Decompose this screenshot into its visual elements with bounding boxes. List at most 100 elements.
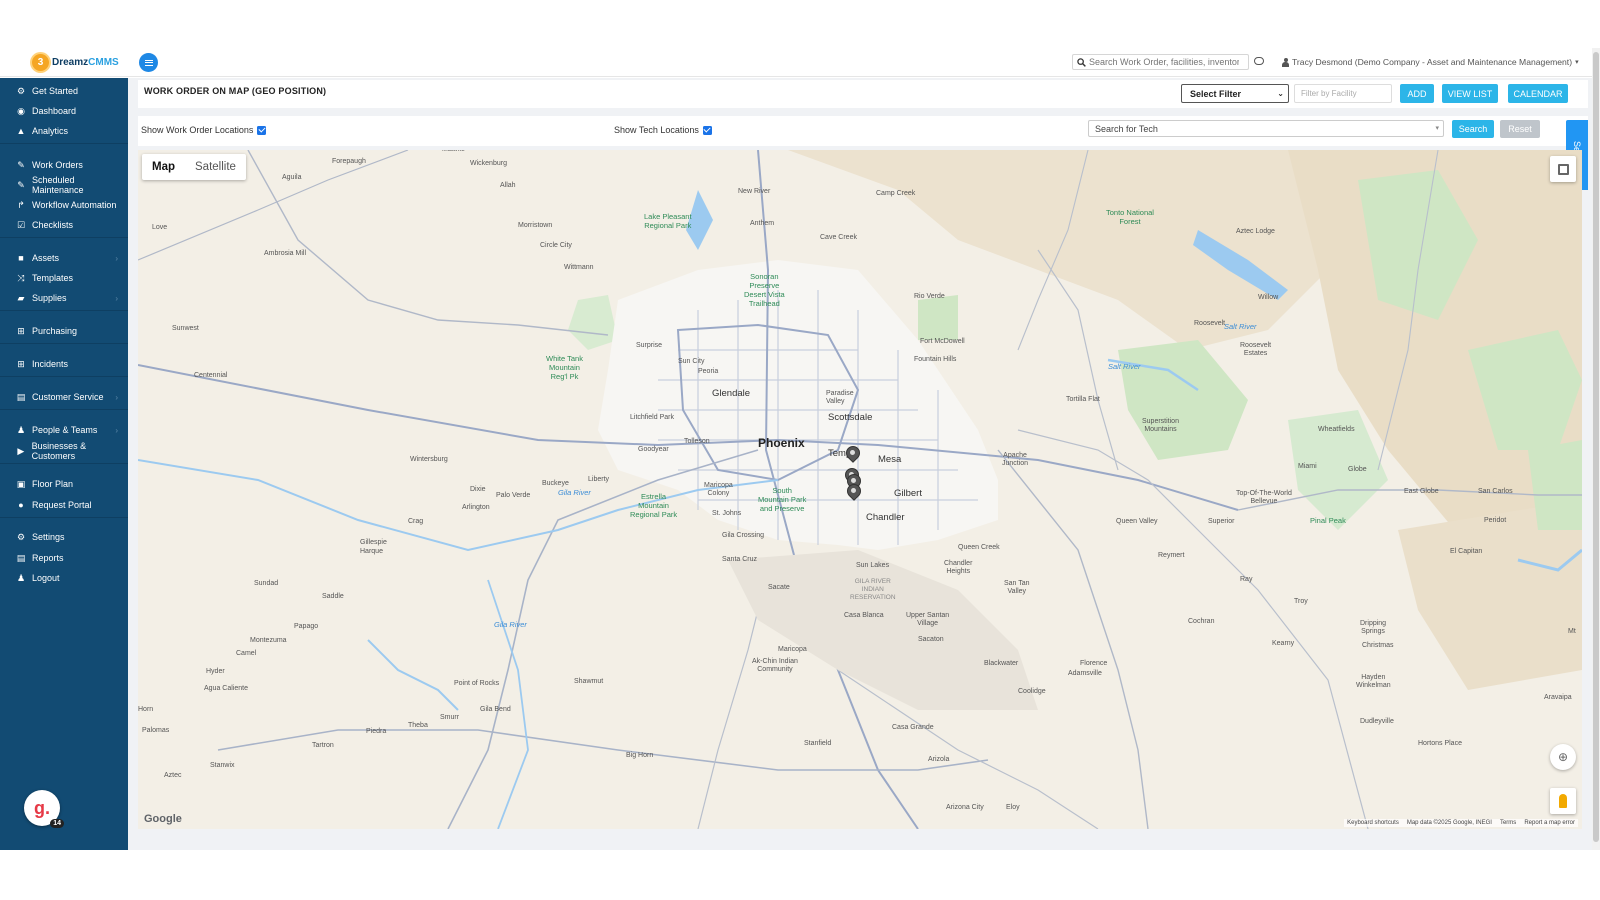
show-tech-checkbox[interactable] xyxy=(702,125,712,135)
sidebar-item-workflow-automation[interactable]: ↱ Workflow Automation xyxy=(0,195,128,215)
user-icon: ♟ xyxy=(16,572,26,583)
sidebar-item-people-teams[interactable]: ♟ People & Teams › xyxy=(0,420,128,440)
app-logo[interactable]: 3 DreamzCMMS xyxy=(32,54,119,71)
calendar-button[interactable]: CALENDAR xyxy=(1508,84,1568,103)
chevron-right-icon: › xyxy=(115,293,118,303)
map-type-map-button[interactable]: Map xyxy=(142,154,185,180)
user-menu[interactable]: Tracy Desmond (Demo Company - Asset and … xyxy=(1282,57,1579,67)
user-name: Tracy Desmond (Demo Company - Asset and … xyxy=(1292,57,1573,67)
sidebar-item-templates[interactable]: ⤨ Templates xyxy=(0,268,128,288)
global-search[interactable] xyxy=(1072,54,1249,70)
sidebar-item-label: Dashboard xyxy=(32,106,77,116)
work-order-pin[interactable] xyxy=(845,446,859,464)
sidebar-item-label: Analytics xyxy=(32,126,69,136)
city-label: Glendale xyxy=(712,388,751,399)
sidebar-item-logout[interactable]: ♟ Logout xyxy=(0,568,128,588)
tech-search-select[interactable]: Search for Tech ▾ xyxy=(1088,120,1444,137)
menu-toggle-button[interactable] xyxy=(139,53,158,72)
sidebar-item-label: Reports xyxy=(32,553,64,563)
show-tech-toggle[interactable]: Show Tech Locations xyxy=(614,125,712,135)
sidebar-item-incidents[interactable]: ⊞ Incidents xyxy=(0,354,128,374)
map-filter-bar: Show Work Order Locations Show Tech Loca… xyxy=(138,116,1588,146)
fullscreen-icon xyxy=(1557,163,1569,175)
chat-icon[interactable] xyxy=(1254,57,1264,65)
sidebar-item-purchasing[interactable]: ⊞ Purchasing xyxy=(0,321,128,341)
select-filter-dropdown[interactable]: Select Filter ⌄ xyxy=(1181,84,1289,103)
document-icon: ▤ xyxy=(16,391,26,402)
city-label: Scottsdale xyxy=(828,412,873,423)
sidebar-item-label: Workflow Automation xyxy=(32,200,117,210)
fullscreen-button[interactable] xyxy=(1550,156,1576,182)
facility-filter-input[interactable]: Filter by Facility xyxy=(1294,84,1392,103)
document-icon: ▤ xyxy=(16,552,26,563)
sidebar-item-analytics[interactable]: ▲ Analytics xyxy=(0,121,128,141)
sidebar-item-label: Scheduled Maintenance xyxy=(31,175,84,195)
sidebar-item-floor-plan[interactable]: ▣ Floor Plan xyxy=(0,474,128,494)
sidebar-item-assets[interactable]: ■ Assets › xyxy=(0,248,128,268)
sidebar-divider xyxy=(0,463,128,464)
grammarly-button[interactable]: g. 14 xyxy=(24,790,64,828)
sidebar-item-label: People & Teams xyxy=(32,425,98,435)
view-list-button[interactable]: VIEW LIST xyxy=(1442,84,1498,103)
sidebar: ⚙ Get Started ◉ Dashboard ▲ Analytics ✎ Work Or… xyxy=(0,78,128,850)
scrollbar-thumb[interactable] xyxy=(1593,52,1599,842)
sidebar-item-scheduled-maintenance[interactable]: ✎ Scheduled Maintenance xyxy=(0,175,128,195)
camera-control-button[interactable]: ⊕ xyxy=(1550,744,1576,770)
map-view[interactable]: Matthie Forepaugh Wickenburg Aguila Alla… xyxy=(138,150,1582,829)
sidebar-divider xyxy=(0,310,128,311)
sidebar-item-request-portal[interactable]: ● Request Portal xyxy=(0,495,128,515)
sidebar-divider xyxy=(0,343,128,344)
flow-icon: ↱ xyxy=(17,199,25,210)
city-label: Gilbert xyxy=(894,488,922,499)
briefcase-icon: ▰ xyxy=(17,292,25,303)
add-button[interactable]: ADD xyxy=(1400,84,1434,103)
cart-icon: ⊞ xyxy=(17,358,25,369)
map-type-control: Map Satellite xyxy=(142,154,246,180)
report-map-error-link[interactable]: Report a map error xyxy=(1524,820,1575,826)
search-button[interactable]: Search xyxy=(1452,120,1494,138)
sidebar-divider xyxy=(0,143,128,144)
chevron-right-icon: › xyxy=(115,425,118,435)
chat-icon: ● xyxy=(18,500,24,510)
sidebar-item-settings[interactable]: ⚙ Settings xyxy=(0,527,128,547)
sidebar-divider xyxy=(0,409,128,410)
sidebar-item-reports[interactable]: ▤ Reports xyxy=(0,548,128,568)
sidebar-item-label: Work Orders xyxy=(32,160,83,170)
show-work-order-toggle[interactable]: Show Work Order Locations xyxy=(141,125,267,135)
sidebar-item-label: Request Portal xyxy=(32,500,92,510)
sidebar-item-label: Purchasing xyxy=(32,326,78,336)
sidebar-item-businesses-customers[interactable]: ▶ Businesses & Customers xyxy=(0,441,128,461)
logo-text: DreamzCMMS xyxy=(52,57,119,68)
page-scrollbar[interactable] xyxy=(1592,48,1600,850)
sidebar-item-supplies[interactable]: ▰ Supplies › xyxy=(0,288,128,308)
global-search-input[interactable] xyxy=(1089,57,1239,67)
sidebar-item-label: Settings xyxy=(32,532,65,542)
sidebar-item-get-started[interactable]: ⚙ Get Started xyxy=(0,81,128,101)
sidebar-divider xyxy=(0,237,128,238)
sidebar-item-label: Assets xyxy=(32,253,60,263)
show-work-order-checkbox[interactable] xyxy=(257,125,267,135)
top-blank-area xyxy=(0,0,1600,48)
users-icon: ♟ xyxy=(16,424,26,435)
sidebar-item-customer-service[interactable]: ▤ Customer Service › xyxy=(0,387,128,407)
sidebar-item-work-orders[interactable]: ✎ Work Orders xyxy=(0,155,128,175)
video-icon: ▶ xyxy=(17,445,25,456)
sidebar-item-checklists[interactable]: ☑ Checklists xyxy=(0,215,128,235)
page-title: WORK ORDER ON MAP (GEO POSITION) xyxy=(144,86,327,96)
sidebar-divider xyxy=(0,517,128,518)
reset-button[interactable]: Reset xyxy=(1500,120,1540,138)
terms-link[interactable]: Terms xyxy=(1500,820,1516,826)
keyboard-shortcuts-link[interactable]: Keyboard shortcuts xyxy=(1347,820,1399,826)
search-icon xyxy=(1077,57,1086,67)
work-order-pin[interactable] xyxy=(846,484,860,502)
map-type-satellite-button[interactable]: Satellite xyxy=(185,154,246,180)
dashboard-icon: ◉ xyxy=(17,105,25,116)
sidebar-divider xyxy=(0,376,128,377)
box-icon: ■ xyxy=(18,253,24,263)
street-view-pegman[interactable] xyxy=(1550,788,1576,814)
sidebar-item-label: Supplies xyxy=(32,293,67,303)
chevron-down-icon: ⌄ xyxy=(1277,89,1284,98)
city-label: Phoenix xyxy=(758,436,805,450)
sidebar-item-dashboard[interactable]: ◉ Dashboard xyxy=(0,101,128,121)
app-header: 3 DreamzCMMS Tracy Desmond (Demo Company… xyxy=(0,48,1592,77)
